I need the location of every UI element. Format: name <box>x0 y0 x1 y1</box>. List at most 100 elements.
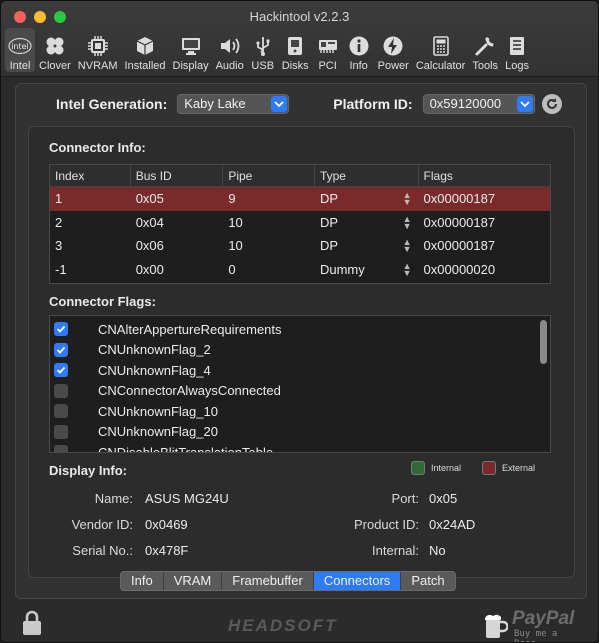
column-bus-id[interactable]: Bus ID <box>131 165 224 186</box>
paypal-text: PayPal <box>512 608 575 629</box>
tab-vram[interactable]: VRAM <box>164 572 223 590</box>
table-row[interactable]: 1 0x05 9 DP ▲ ▼ 0x00000187 <box>50 187 550 211</box>
intel-generation-select[interactable]: Kaby Lake <box>177 94 290 114</box>
flag-checkbox[interactable] <box>54 322 68 337</box>
toolbar-item-tools[interactable]: Tools <box>469 28 501 72</box>
toolbar-label: Installed <box>124 60 166 72</box>
power-bolt-icon <box>381 35 405 57</box>
column-flags[interactable]: Flags <box>419 165 550 186</box>
list-item: CNUnknownFlag_10 <box>50 401 550 422</box>
flags-scrollbar[interactable] <box>540 320 547 364</box>
column-index[interactable]: Index <box>50 165 131 186</box>
product-id-value: 0x24AD <box>429 517 476 532</box>
toolbar-item-clover[interactable]: Clover <box>36 28 74 72</box>
table-row[interactable]: 2 0x04 10 DP ▲ ▼ 0x00000187 <box>50 211 550 235</box>
toolbar-label: PCI <box>318 60 337 72</box>
tab-info[interactable]: Info <box>121 572 164 590</box>
up-down-arrows-icon[interactable]: ▲ ▼ <box>403 261 412 277</box>
bottom-bar: HEADSOFT PayPal Buy me a Beer <box>1 604 598 642</box>
flag-checkbox[interactable] <box>54 445 68 452</box>
serial-no-value: 0x478F <box>145 543 189 558</box>
toolbar-item-display[interactable]: Display <box>170 28 212 72</box>
calculator-icon <box>429 35 453 57</box>
buy-beer-text: Buy me a Beer <box>514 629 558 642</box>
cell-bus-id[interactable]: 0x06 <box>131 234 224 258</box>
lock-button[interactable] <box>21 610 43 639</box>
cell-bus-id[interactable]: 0x00 <box>131 258 224 282</box>
internal-swatch <box>411 461 425 475</box>
cell-type[interactable]: Dummy ▲ ▼ <box>315 258 419 282</box>
flag-checkbox[interactable] <box>54 342 68 357</box>
checkmark-icon <box>56 367 66 375</box>
list-item: CNConnectorAlwaysConnected <box>50 381 550 402</box>
cell-flags[interactable]: 0x00000020 <box>419 258 550 282</box>
flag-checkbox[interactable] <box>54 404 68 419</box>
tab-patch[interactable]: Patch <box>401 572 454 590</box>
paypal-donate-button[interactable]: PayPal Buy me a Beer <box>484 608 584 642</box>
toolbar-item-nvram[interactable]: NVRAM <box>75 28 121 72</box>
cell-pipe[interactable]: 9 <box>223 187 315 211</box>
flag-label: CNUnknownFlag_20 <box>98 424 218 440</box>
port-label: Port: <box>391 491 419 506</box>
type-value: DP <box>319 191 339 206</box>
intel-generation-value: Kaby Lake <box>184 96 246 111</box>
flag-checkbox[interactable] <box>54 424 68 439</box>
flag-label: CNDisableBlitTranslationTable <box>98 444 274 453</box>
platform-id-value: 0x59120000 <box>429 96 502 111</box>
refresh-button[interactable] <box>541 94 562 114</box>
cell-flags[interactable]: 0x00000187 <box>419 187 550 211</box>
cell-pipe[interactable]: 10 <box>223 211 315 235</box>
cell-flags[interactable]: 0x00000187 <box>419 211 550 235</box>
column-pipe[interactable]: Pipe <box>223 165 315 186</box>
connector-flags-list[interactable]: CNAlterAppertureRequirements CNUnknownFl… <box>49 315 551 453</box>
column-type[interactable]: Type <box>315 165 419 186</box>
cell-pipe[interactable]: 10 <box>223 234 315 258</box>
up-down-arrows-icon[interactable]: ▲ ▼ <box>403 238 412 254</box>
platform-id-select[interactable]: 0x59120000 <box>422 94 535 114</box>
display-name-value: ASUS MG24U <box>145 491 229 506</box>
connector-table[interactable]: Index Bus ID Pipe Type Flags 1 0x05 9 DP… <box>49 164 551 284</box>
tab-connectors[interactable]: Connectors <box>313 572 402 590</box>
display-info-title: Display Info: <box>49 463 128 478</box>
table-row[interactable]: -1 0x00 0 Dummy ▲ ▼ 0x00000020 <box>50 258 550 282</box>
tab-framebuffer[interactable]: Framebuffer <box>222 572 314 590</box>
cell-index: 1 <box>55 191 63 206</box>
svg-text:intel: intel <box>11 42 29 51</box>
cell-type[interactable]: DP ▲ ▼ <box>315 234 419 258</box>
cell-type[interactable]: DP ▲ ▼ <box>315 211 419 235</box>
chevron-down-icon <box>516 96 533 112</box>
toolbar-label: Tools <box>472 60 499 72</box>
type-value: DP <box>319 238 339 253</box>
cell-bus-id[interactable]: 0x05 <box>131 187 224 211</box>
speaker-icon <box>218 35 242 57</box>
toolbar-item-usb[interactable]: USB <box>248 28 278 72</box>
usb-icon <box>251 35 275 57</box>
serial-no-label: Serial No.: <box>72 543 133 558</box>
toolbar-item-installed[interactable]: Installed <box>122 28 169 72</box>
flag-checkbox[interactable] <box>54 363 68 378</box>
titlebar: Hackintool v2.2.3 intel Intel Clover NVR… <box>1 1 598 77</box>
chip-icon <box>86 35 110 57</box>
toolbar-item-disks[interactable]: Disks <box>279 28 312 72</box>
legend-internal: Internal <box>411 461 461 475</box>
table-row[interactable]: 3 0x06 10 DP ▲ ▼ 0x00000187 <box>50 234 550 258</box>
toolbar-item-audio[interactable]: Audio <box>213 28 247 72</box>
cell-bus-id[interactable]: 0x04 <box>131 211 224 235</box>
toolbar-item-pci[interactable]: PCI <box>313 28 343 72</box>
cell-flags[interactable]: 0x00000187 <box>419 234 550 258</box>
toolbar-item-logs[interactable]: Logs <box>502 28 532 72</box>
toolbar-item-info[interactable]: Info <box>344 28 374 72</box>
display-name-label: Name: <box>94 491 133 506</box>
connector-flags-title: Connector Flags: <box>49 294 156 309</box>
toolbar-item-calculator[interactable]: Calculator <box>413 28 469 72</box>
toolbar-item-intel[interactable]: intel Intel <box>5 28 35 72</box>
flag-checkbox[interactable] <box>54 383 68 398</box>
up-down-arrows-icon[interactable]: ▲ ▼ <box>403 191 412 207</box>
cell-type[interactable]: DP ▲ ▼ <box>315 187 419 211</box>
cell-pipe[interactable]: 0 <box>223 258 315 282</box>
connector-info-title: Connector Info: <box>49 140 146 155</box>
intel-generation-label: Intel Generation: <box>56 96 168 112</box>
up-down-arrows-icon[interactable]: ▲ ▼ <box>403 214 412 230</box>
toolbar-item-power[interactable]: Power <box>375 28 412 72</box>
window-title: Hackintool v2.2.3 <box>249 9 350 24</box>
